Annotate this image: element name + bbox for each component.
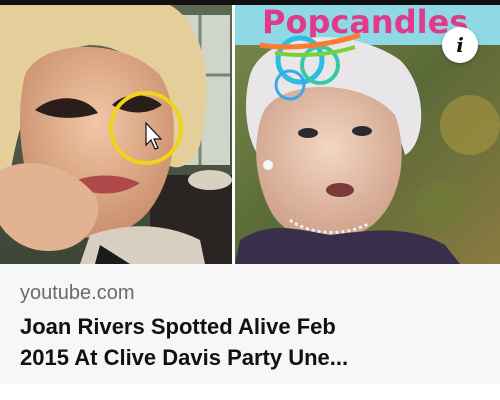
- info-glyph: i: [456, 33, 464, 57]
- left-photo: [0, 5, 232, 264]
- info-icon[interactable]: i: [442, 27, 478, 63]
- banner-text: Popcandles: [262, 5, 468, 41]
- source-domain: youtube.com: [20, 282, 135, 304]
- caption-area[interactable]: youtube.com Joan Rivers Spotted Alive Fe…: [0, 264, 500, 384]
- link-preview-card[interactable]: Popcandles i youtube.com Joan Rivers Spo…: [0, 0, 500, 400]
- link-title[interactable]: Joan Rivers Spotted Alive Feb 2015 At Cl…: [20, 311, 485, 373]
- photo-divider: [232, 5, 235, 264]
- thumbnail-image[interactable]: Popcandles i: [0, 5, 500, 264]
